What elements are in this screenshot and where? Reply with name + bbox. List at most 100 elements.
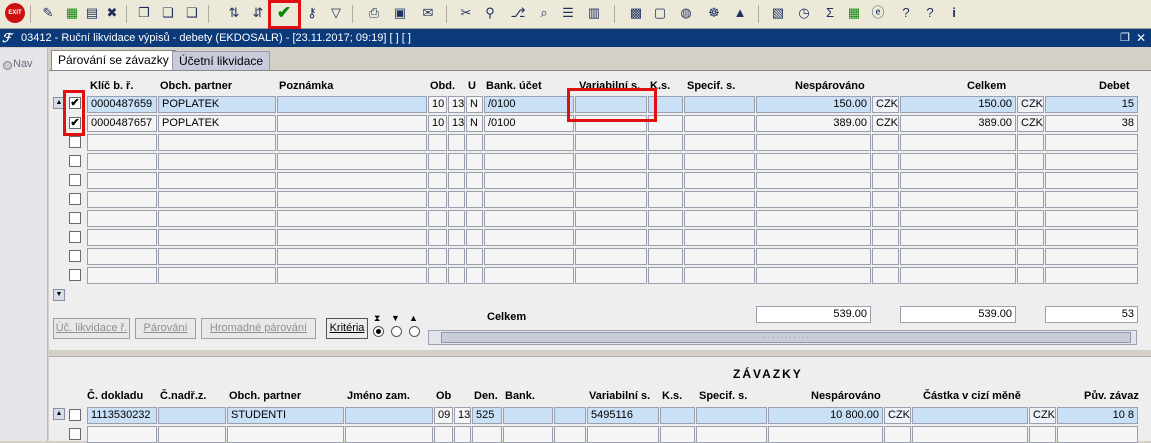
empty-cell[interactable] [428, 172, 447, 189]
col-header-vs[interactable]: Variabilní s. [589, 390, 650, 402]
wheel-icon[interactable]: ☸ [704, 3, 724, 23]
tab-parovani[interactable]: Párování se závazky [51, 50, 176, 70]
cell-ss[interactable] [696, 407, 767, 424]
col-header-parent[interactable]: Č.nadř.z. [160, 390, 206, 402]
cell-partner[interactable]: POPLATEK [158, 96, 276, 113]
edit-icon[interactable]: ▤ [82, 3, 102, 23]
kriteria-button[interactable]: Kritéria [326, 318, 368, 339]
zoom-icon[interactable]: ⌕ [534, 3, 554, 23]
cell-ob1[interactable]: 09 [434, 407, 453, 424]
empty-cell[interactable] [277, 191, 427, 208]
empty-cell[interactable] [1045, 210, 1138, 227]
cell-bank[interactable] [503, 407, 553, 424]
col-header-foreign[interactable]: Částka v cizí měně [923, 390, 1021, 402]
col-header-ss[interactable]: Specif. s. [687, 80, 735, 92]
sort-asc-radio[interactable] [409, 326, 420, 337]
col-header-emp[interactable]: Jméno zam. [347, 390, 410, 402]
empty-cell[interactable] [1017, 153, 1044, 170]
col-header-note[interactable]: Poznámka [279, 80, 333, 92]
empty-cell[interactable] [648, 172, 683, 189]
empty-cell[interactable] [756, 229, 871, 246]
sort-desc-radio[interactable] [391, 326, 402, 337]
empty-cell[interactable] [428, 210, 447, 227]
help-icon[interactable]: ? [896, 3, 916, 23]
empty-cell[interactable] [87, 229, 157, 246]
globe-icon[interactable]: ◍ [676, 3, 696, 23]
empty-cell[interactable] [587, 426, 659, 443]
cell-bank2[interactable] [554, 407, 586, 424]
empty-cell[interactable] [448, 267, 465, 284]
empty-cell[interactable] [756, 191, 871, 208]
empty-cell[interactable] [900, 267, 1016, 284]
columns-icon[interactable]: ▥ [584, 3, 604, 23]
empty-cell[interactable] [87, 248, 157, 265]
empty-cell[interactable] [158, 229, 276, 246]
empty-cell[interactable] [648, 229, 683, 246]
print-icon[interactable]: ⎙ [364, 3, 384, 23]
cell-ss[interactable] [684, 115, 755, 132]
empty-cell[interactable] [872, 267, 899, 284]
cell-partner[interactable]: POPLATEK [158, 115, 276, 132]
tree-icon[interactable]: ⎇ [508, 3, 528, 23]
empty-cell[interactable] [768, 426, 883, 443]
empty-cell[interactable] [1057, 426, 1138, 443]
empty-cell[interactable] [158, 172, 276, 189]
empty-cell[interactable] [428, 134, 447, 151]
empty-cell[interactable] [684, 153, 755, 170]
exit-icon[interactable]: EXIT [5, 3, 25, 23]
empty-cell[interactable] [756, 248, 871, 265]
empty-cell[interactable] [158, 426, 226, 443]
empty-cell[interactable] [448, 172, 465, 189]
copy-delete-icon[interactable]: ❑ [182, 3, 202, 23]
nav-label[interactable]: Nav [13, 58, 33, 70]
empty-cell[interactable] [575, 229, 647, 246]
empty-cell[interactable] [448, 210, 465, 227]
cell-key[interactable]: 0000487657 [87, 115, 157, 132]
print-preview-icon[interactable]: ▣ [390, 3, 410, 23]
empty-cell[interactable] [484, 229, 574, 246]
col-header-den[interactable]: Den. [474, 390, 498, 402]
col-header-partner[interactable]: Obch. partner [160, 80, 232, 92]
empty-cell[interactable] [872, 134, 899, 151]
empty-cell[interactable] [448, 153, 465, 170]
empty-cell[interactable] [277, 248, 427, 265]
excel-icon[interactable]: ▦ [844, 3, 864, 23]
empty-cell[interactable] [158, 248, 276, 265]
cell-note[interactable] [277, 96, 427, 113]
cell-bank-account[interactable]: /0100 [484, 96, 574, 113]
scroll-down-button[interactable]: ▼ [53, 289, 65, 301]
cell-emp[interactable] [345, 407, 433, 424]
report-icon[interactable]: ▧ [768, 3, 788, 23]
horizontal-scrollbar[interactable]: · · · · · · · · · · · [428, 330, 1137, 345]
empty-cell[interactable] [472, 426, 502, 443]
empty-cell[interactable] [756, 172, 871, 189]
empty-cell[interactable] [756, 210, 871, 227]
empty-cell[interactable] [900, 134, 1016, 151]
empty-cell[interactable] [484, 134, 574, 151]
empty-cell[interactable] [648, 191, 683, 208]
empty-cell[interactable] [448, 248, 465, 265]
empty-cell[interactable] [1045, 153, 1138, 170]
empty-cell[interactable] [428, 248, 447, 265]
chart-icon[interactable]: ▲ [730, 3, 750, 23]
empty-cell[interactable] [872, 248, 899, 265]
row-checkbox[interactable] [69, 409, 81, 421]
uc-likvidace-button[interactable]: Úč. likvidace ř. [53, 318, 130, 339]
empty-cell[interactable] [900, 229, 1016, 246]
col-header-key[interactable]: Klíč b. ř. [90, 80, 133, 92]
empty-cell[interactable] [158, 153, 276, 170]
restore-icon[interactable]: ❐ [1120, 29, 1130, 47]
cell-u[interactable]: N [466, 96, 483, 113]
empty-cell[interactable] [448, 229, 465, 246]
empty-cell[interactable] [158, 210, 276, 227]
nav-radio[interactable] [3, 61, 12, 70]
empty-cell[interactable] [1017, 229, 1044, 246]
col-header-partner[interactable]: Obch. partner [229, 390, 301, 402]
empty-cell[interactable] [900, 172, 1016, 189]
empty-cell[interactable] [872, 191, 899, 208]
cell-doc[interactable]: 1113530232 [87, 407, 157, 424]
cell-key[interactable]: 0000487659 [87, 96, 157, 113]
empty-cell[interactable] [277, 267, 427, 284]
empty-cell[interactable] [684, 267, 755, 284]
empty-cell[interactable] [648, 248, 683, 265]
